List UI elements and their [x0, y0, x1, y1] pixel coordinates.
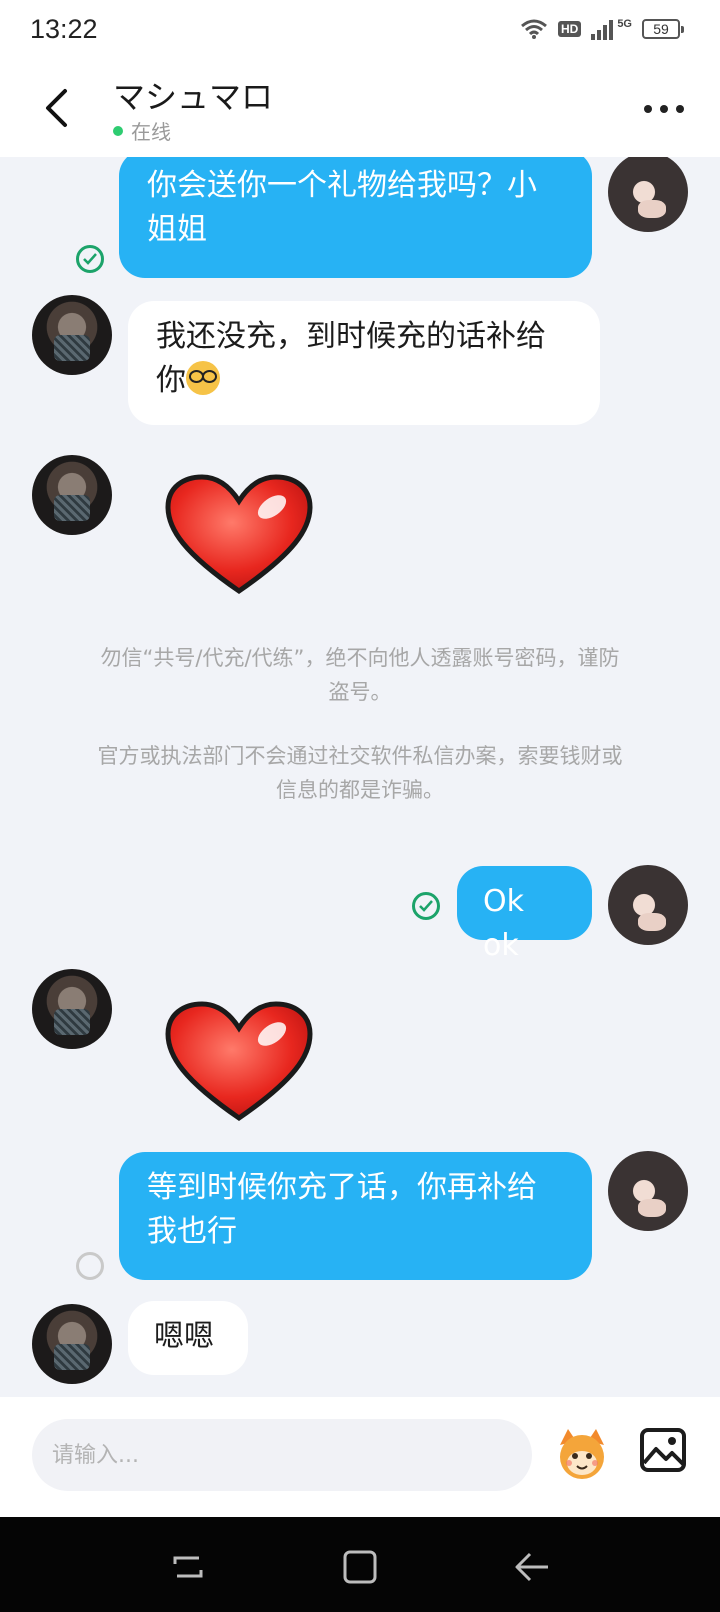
nerd-face-emoji-icon: [186, 361, 220, 395]
online-status-text: 在线: [131, 120, 171, 144]
recent-apps-icon: [173, 1556, 203, 1578]
contact-avatar[interactable]: [32, 1304, 112, 1384]
contact-avatar[interactable]: [32, 295, 112, 375]
message-bubble-incoming[interactable]: 嗯嗯: [128, 1301, 248, 1375]
sending-status-icon: [76, 1252, 104, 1280]
my-avatar[interactable]: [608, 157, 688, 232]
contact-avatar[interactable]: [32, 455, 112, 535]
back-nav-button[interactable]: [512, 1547, 552, 1587]
status-time: 13:22: [30, 14, 98, 44]
more-dots-icon: [644, 105, 652, 113]
mascot-icon[interactable]: [554, 1425, 610, 1481]
chat-header: マシュマロ 在线: [0, 62, 720, 157]
contact-avatar[interactable]: [32, 969, 112, 1049]
chevron-left-icon: [46, 89, 67, 127]
message-line-with-emoji: 你: [156, 359, 572, 403]
my-avatar[interactable]: [608, 1151, 688, 1231]
read-check-icon: [76, 245, 104, 273]
security-notice: 勿信“共号/代充/代练”，绝不向他人透露账号密码，谨防 盗号。: [40, 641, 680, 709]
back-arrow-icon: [515, 1552, 548, 1582]
more-dot: [660, 105, 668, 113]
notice-line: 勿信“共号/代充/代练”，绝不向他人透露账号密码，谨防: [100, 646, 620, 670]
battery-level: 59: [653, 21, 669, 37]
contact-name: マシュマロ: [113, 78, 274, 116]
fraud-notice: 官方或执法部门不会通过社交软件私信办案，索要钱财或 信息的都是诈骗。: [40, 739, 680, 807]
red-heart-sticker-icon[interactable]: [164, 1000, 314, 1126]
message-bubble-outgoing[interactable]: 你会送你一个礼物给我吗？小 姐姐: [119, 157, 592, 278]
status-bar: 13:22 HD 5G 59: [0, 0, 720, 62]
my-avatar[interactable]: [608, 865, 688, 945]
more-options-button[interactable]: [644, 94, 684, 124]
message-line: 嗯嗯: [154, 1319, 214, 1354]
recent-apps-button[interactable]: [168, 1547, 208, 1587]
home-button[interactable]: [340, 1547, 380, 1587]
message-bubble-outgoing[interactable]: Ok ok: [457, 866, 592, 963]
wifi-icon: [521, 19, 547, 39]
red-heart-sticker-icon[interactable]: [164, 473, 314, 599]
message-line: 你: [156, 363, 186, 398]
battery-icon: 59: [642, 19, 684, 39]
online-status: 在线: [113, 116, 171, 145]
message-input[interactable]: [32, 1419, 532, 1491]
input-bar: [0, 1397, 720, 1517]
message-line: 我还没充，到时候充的话补给: [156, 319, 546, 354]
home-icon: [343, 1550, 377, 1584]
back-button[interactable]: [36, 84, 76, 132]
network-label: 5G: [617, 18, 632, 30]
online-dot: [113, 125, 123, 136]
system-nav-bar: [0, 1517, 720, 1612]
message-line: Ok ok: [483, 884, 524, 963]
message-bubble-outgoing[interactable]: 等到时候你充了话，你再补给 我也行: [119, 1152, 592, 1280]
hd-badge: HD: [557, 21, 582, 37]
status-icons: HD 5G 59: [520, 18, 684, 40]
notice-line: 盗号。: [328, 680, 392, 704]
more-dot: [676, 105, 684, 113]
image-icon[interactable]: [638, 1425, 688, 1475]
message-line: 等到时候你充了话，你再补给: [147, 1170, 537, 1205]
message-line: 姐姐: [147, 212, 207, 247]
signal-icon: [591, 18, 614, 40]
message-line: 你会送你一个礼物给我吗？小: [147, 168, 537, 203]
notice-line: 官方或执法部门不会通过社交软件私信办案，索要钱财或: [97, 744, 623, 768]
notice-line: 信息的都是诈骗。: [276, 778, 444, 802]
chat-messages[interactable]: 你会送你一个礼物给我吗？小 姐姐 我还没充，到时候充的话补给 你 勿信“共号/代…: [0, 157, 720, 1397]
read-check-icon: [412, 892, 440, 920]
message-bubble-incoming[interactable]: 我还没充，到时候充的话补给 你: [128, 301, 600, 425]
message-line: 我也行: [147, 1214, 237, 1249]
